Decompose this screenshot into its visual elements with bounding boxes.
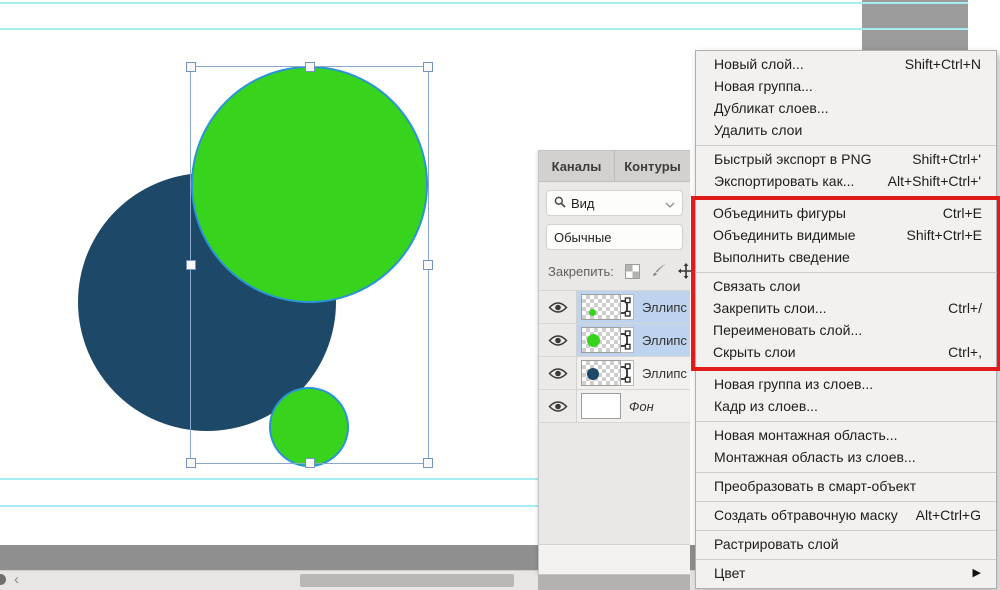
blend-mode-value: Обычные — [554, 230, 611, 245]
transform-handle-top-right[interactable] — [423, 62, 433, 72]
background-panel-block — [862, 0, 968, 50]
layer-name: Эллипс 2 — [642, 333, 690, 348]
menu-item-duplicate-layers[interactable]: Дубликат слоев... — [696, 98, 996, 120]
eye-icon — [548, 400, 568, 413]
menu-item-frame-from-layers[interactable]: Кадр из слоев... — [696, 396, 996, 418]
transform-bounding-box — [190, 66, 429, 464]
lock-options-row: Закрепить: — [548, 259, 683, 283]
layers-panel: Каналы Контуры Вид Обычные Закрепить: — [538, 150, 690, 575]
menu-item-convert-to-smart-object[interactable]: Преобразовать в смарт-объект — [696, 476, 996, 498]
scroll-left-icon[interactable]: ‹ — [14, 571, 19, 589]
visibility-toggle[interactable] — [539, 357, 577, 389]
horizontal-guide[interactable] — [0, 28, 968, 30]
layer-row-body[interactable]: Эллипс 3 — [577, 291, 690, 323]
panel-tab-bar: Каналы Контуры — [539, 151, 690, 182]
red-highlight-box: Объединить фигуры Ctrl+E Объединить види… — [691, 196, 1000, 371]
layer-list: Эллипс 3 Эллипс 2 — [539, 290, 690, 423]
eye-icon — [548, 367, 568, 380]
menu-item-new-artboard[interactable]: Новая монтажная область... — [696, 425, 996, 447]
visibility-toggle[interactable] — [539, 324, 577, 356]
layer-row-body[interactable]: Эллипс 2 — [577, 324, 690, 356]
layer-thumbnail[interactable] — [581, 360, 621, 386]
shape-preview-dot — [589, 309, 596, 316]
menu-item-quick-export-png[interactable]: Быстрый экспорт в PNG Shift+Ctrl+' — [696, 149, 996, 171]
eye-icon — [548, 301, 568, 314]
layer-row-body[interactable]: Эллипс 1 — [577, 357, 690, 389]
layer-row-background[interactable]: Фон — [539, 390, 690, 423]
layer-row-ellipse-1[interactable]: Эллипс 1 — [539, 357, 690, 390]
menu-item-rename-layer[interactable]: Переименовать слой... — [695, 320, 997, 342]
menu-item-export-as[interactable]: Экспортировать как... Alt+Shift+Ctrl+' — [696, 171, 996, 193]
horizontal-guide[interactable] — [0, 2, 968, 4]
chevron-down-icon — [665, 196, 675, 211]
transform-handle-mid-left[interactable] — [186, 260, 196, 270]
visibility-toggle[interactable] — [539, 390, 577, 422]
layer-thumbnail[interactable] — [581, 327, 621, 353]
menu-item-hide-layers[interactable]: Скрыть слои Ctrl+, — [695, 342, 997, 364]
layers-context-menu: Новый слой... Shift+Ctrl+N Новая группа.… — [695, 50, 997, 589]
menu-item-link-layers[interactable]: Связать слои — [695, 276, 997, 298]
menu-item-merge-visible[interactable]: Объединить видимые Shift+Ctrl+E — [695, 225, 997, 247]
tab-channels[interactable]: Каналы — [539, 151, 615, 181]
layer-name: Эллипс 3 — [642, 300, 690, 315]
scrollbar-thumb[interactable] — [300, 574, 514, 587]
search-value: Вид — [571, 196, 595, 211]
panel-footer — [539, 544, 690, 574]
layer-thumbnail[interactable] — [581, 393, 621, 419]
transform-handle-top-center[interactable] — [305, 62, 315, 72]
layer-row-ellipse-3[interactable]: Эллипс 3 — [539, 291, 690, 324]
menu-item-new-layer[interactable]: Новый слой... Shift+Ctrl+N — [696, 54, 996, 76]
layer-name: Эллипс 1 — [642, 366, 690, 381]
submenu-arrow-icon: ▶ — [973, 566, 981, 581]
menu-item-color[interactable]: Цвет ▶ — [696, 563, 996, 585]
visibility-toggle[interactable] — [539, 291, 577, 323]
layer-row-ellipse-2[interactable]: Эллипс 2 — [539, 324, 690, 357]
menu-item-merge-shapes[interactable]: Объединить фигуры Ctrl+E — [695, 203, 997, 225]
menu-item-lock-layers[interactable]: Закрепить слои... Ctrl+/ — [695, 298, 997, 320]
lock-label: Закрепить: — [548, 264, 614, 279]
layer-search-filter[interactable]: Вид — [546, 190, 683, 216]
transform-handle-bottom-center[interactable] — [305, 458, 315, 468]
lock-transparency-icon[interactable] — [625, 264, 640, 279]
menu-item-rasterize-layer[interactable]: Растрировать слой — [696, 534, 996, 556]
menu-item-new-group-from-layers[interactable]: Новая группа из слоев... — [696, 374, 996, 396]
layer-row-body[interactable]: Фон — [577, 390, 690, 422]
transform-handle-mid-right[interactable] — [423, 260, 433, 270]
transform-handle-bottom-right[interactable] — [423, 458, 433, 468]
photoshop-workspace: ‹ Каналы Контуры Вид Обычные Закрепить: — [0, 0, 1000, 590]
layer-name: Фон — [629, 399, 654, 414]
tab-paths[interactable]: Контуры — [615, 151, 690, 181]
search-icon — [554, 196, 566, 211]
lock-paint-brush-icon[interactable] — [651, 263, 667, 279]
eye-icon — [548, 334, 568, 347]
blend-mode-select[interactable]: Обычные — [546, 224, 683, 250]
transform-handle-top-left[interactable] — [186, 62, 196, 72]
menu-item-flatten-image[interactable]: Выполнить сведение — [695, 247, 997, 269]
menu-item-artboard-from-layers[interactable]: Монтажная область из слоев... — [696, 447, 996, 469]
menu-item-create-clipping-mask[interactable]: Создать обтравочную маску Alt+Ctrl+G — [696, 505, 996, 527]
menu-item-new-group[interactable]: Новая группа... — [696, 76, 996, 98]
shape-preview-dot — [587, 334, 600, 347]
panel-scroll-strip — [538, 575, 690, 590]
shape-preview-dot — [587, 368, 599, 380]
layer-thumbnail[interactable] — [581, 294, 621, 320]
menu-item-delete-layers[interactable]: Удалить слои — [696, 120, 996, 142]
transform-handle-bottom-left[interactable] — [186, 458, 196, 468]
